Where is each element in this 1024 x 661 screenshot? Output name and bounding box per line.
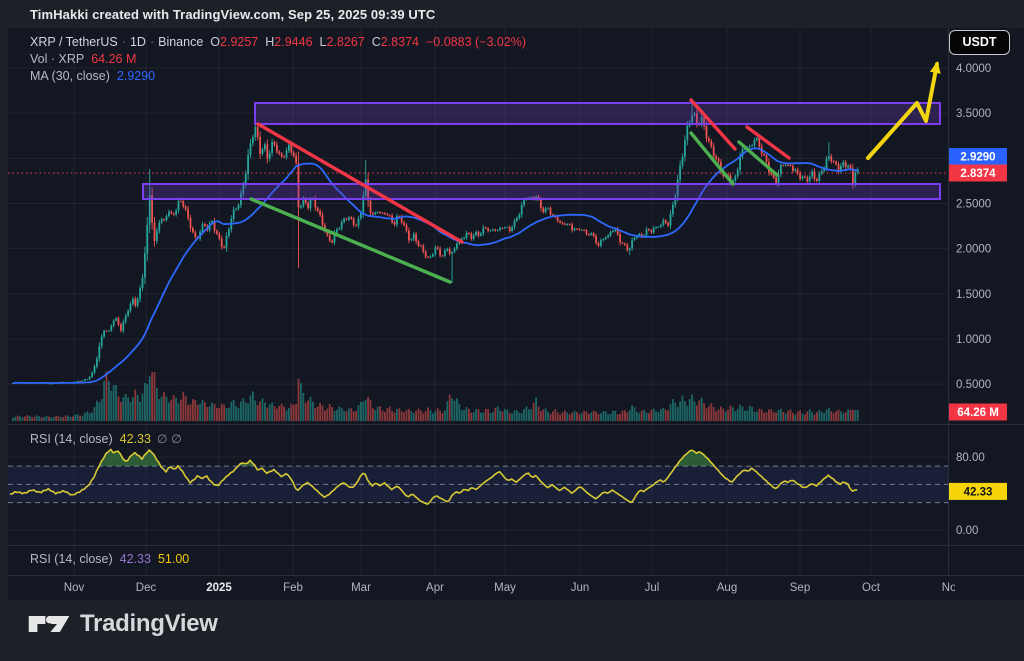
- upper-supply-zone: [254, 102, 941, 125]
- svg-text:Sep: Sep: [790, 582, 810, 594]
- rsi2-value1: 42.33: [119, 552, 151, 566]
- ma-price-badge: 2.9290: [949, 148, 1007, 165]
- svg-text:Mar: Mar: [351, 582, 371, 594]
- svg-text:Apr: Apr: [426, 582, 444, 594]
- change-value: −0.0883 (−3.02%): [425, 35, 527, 49]
- close-value: 2.8374: [380, 35, 419, 49]
- svg-text:Feb: Feb: [283, 582, 303, 594]
- chart-canvas[interactable]: 4.0000 3.5000 2.5000 2.0000 1.5000 1.0000 0.50…: [8, 28, 1024, 600]
- low-value: 2.8267: [326, 35, 365, 49]
- svg-text:Jun: Jun: [571, 582, 590, 594]
- high-value: 2.9446: [274, 35, 313, 49]
- svg-text:2.9290: 2.9290: [960, 152, 995, 164]
- volume-badge: 64.26 M: [949, 403, 1007, 421]
- tradingview-snapshot-frame: TimHakki created with TradingView.com, S…: [0, 0, 1024, 661]
- close-price-badge: 2.8374: [949, 164, 1007, 182]
- svg-text:0.00: 0.00: [956, 525, 978, 537]
- svg-text:2.5000: 2.5000: [956, 199, 991, 211]
- svg-text:Dec: Dec: [136, 582, 157, 594]
- svg-text:Aug: Aug: [717, 582, 737, 594]
- rsi-label: RSI (14, close): [30, 432, 113, 446]
- open-value: 2.9257: [220, 35, 259, 49]
- svg-text:1.5000: 1.5000: [956, 289, 991, 301]
- svg-text:2025: 2025: [206, 582, 232, 594]
- svg-text:64.26 M: 64.26 M: [957, 407, 999, 419]
- currency-toggle-button[interactable]: USDT: [949, 30, 1010, 55]
- svg-text:Jul: Jul: [645, 582, 660, 594]
- volume-row[interactable]: Vol · XRP 64.26 M: [30, 51, 526, 68]
- ma-label: MA (30, close): [30, 69, 110, 83]
- lower-support-zone: [142, 183, 941, 200]
- separator-dot: ·: [149, 35, 155, 49]
- svg-text:2.8374: 2.8374: [960, 168, 996, 180]
- svg-text:Nov: Nov: [64, 582, 85, 594]
- tradingview-footer[interactable]: TradingView: [28, 609, 218, 639]
- rsi2-label: RSI (14, close): [30, 552, 113, 566]
- svg-text:0.5000: 0.5000: [956, 379, 991, 391]
- svg-text:1.0000: 1.0000: [956, 334, 991, 346]
- close-letter: C: [371, 35, 381, 49]
- rsi2-indicator-row[interactable]: RSI (14, close) 42.33 51.00: [30, 551, 189, 568]
- svg-text:3.5000: 3.5000: [956, 108, 991, 120]
- ma-row[interactable]: MA (30, close) 2.9290: [30, 68, 526, 85]
- separator-dot: ·: [121, 35, 126, 49]
- volume-value: 64.26 M: [91, 52, 137, 66]
- open-letter: O: [210, 35, 221, 49]
- svg-text:2.0000: 2.0000: [956, 244, 991, 256]
- interval-label: 1D: [129, 35, 146, 49]
- attribution-text: TimHakki created with TradingView.com, S…: [30, 7, 436, 22]
- svg-text:May: May: [494, 582, 516, 594]
- tradingview-logo-text: TradingView: [80, 610, 218, 637]
- volume-label: Vol · XRP: [30, 52, 85, 66]
- tradingview-logo-icon: [28, 615, 70, 632]
- svg-text:42.33: 42.33: [964, 486, 993, 498]
- svg-text:4.0000: 4.0000: [956, 63, 991, 75]
- rsi-hidden-sources: ∅ ∅: [156, 432, 182, 446]
- symbol-title: XRP / TetherUS: [30, 35, 118, 49]
- svg-text:80.00: 80.00: [956, 452, 985, 464]
- exchange-label: Binance: [158, 35, 204, 49]
- rsi2-value2: 51.00: [157, 552, 190, 566]
- chart-area: 4.0000 3.5000 2.5000 2.0000 1.5000 1.0000 0.50…: [8, 28, 1024, 600]
- symbol-row[interactable]: XRP / TetherUS · 1D · Binance O2.9257 H2.9446 L…: [30, 34, 526, 51]
- legend: XRP / TetherUS · 1D · Binance O2.9257 H2.9446 L…: [30, 34, 526, 85]
- ma-value: 2.9290: [116, 69, 156, 83]
- svg-text:Oct: Oct: [862, 582, 881, 594]
- rsi-badge: 42.33: [949, 482, 1007, 500]
- low-letter: L: [319, 35, 327, 49]
- rsi-indicator-row[interactable]: RSI (14, close) 42.33 ∅ ∅: [30, 431, 182, 448]
- rsi-value: 42.33: [119, 432, 151, 446]
- high-letter: H: [265, 35, 275, 49]
